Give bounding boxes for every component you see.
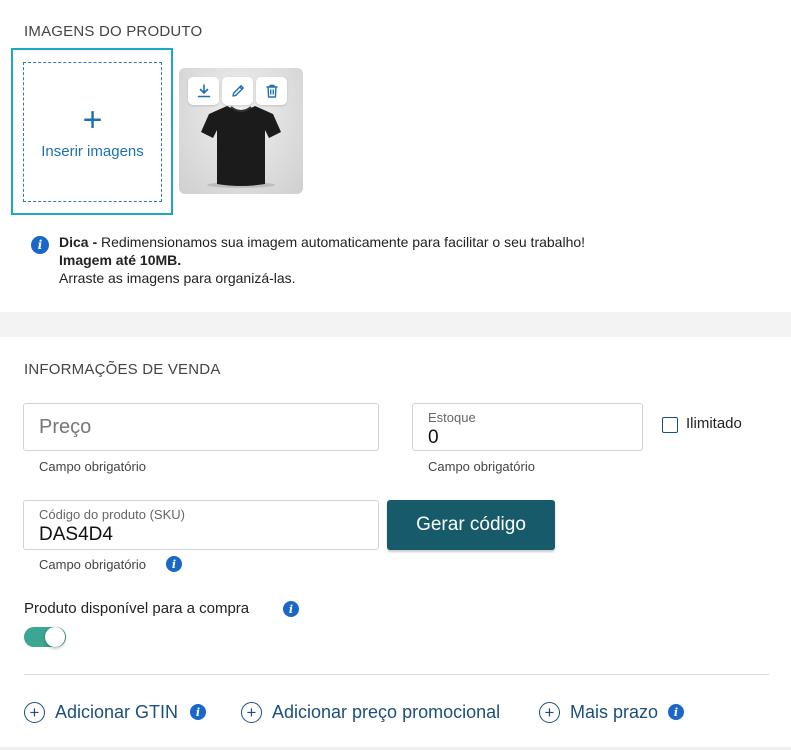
trash-icon bbox=[266, 84, 277, 98]
stock-value: 0 bbox=[428, 427, 439, 448]
available-info-icon[interactable]: i bbox=[283, 601, 299, 617]
plus-circle-icon: + bbox=[24, 702, 45, 723]
price-placeholder: Preço bbox=[39, 416, 92, 438]
delete-image-button[interactable] bbox=[256, 77, 287, 105]
upload-images-button[interactable]: + Inserir imagens bbox=[23, 62, 162, 202]
price-input[interactable]: Preço bbox=[23, 403, 379, 451]
gtin-info-icon[interactable]: i bbox=[190, 704, 206, 720]
tip-bold-label: Dica - bbox=[59, 234, 98, 250]
plus-circle-icon: + bbox=[241, 702, 262, 723]
section-separator bbox=[0, 312, 791, 337]
unlimited-label[interactable]: Ilimitado bbox=[686, 415, 742, 432]
more-term-link[interactable]: + Mais prazo bbox=[539, 702, 658, 723]
images-section-title: IMAGENS DO PRODUTO bbox=[24, 23, 203, 40]
available-toggle[interactable] bbox=[24, 627, 66, 647]
edit-image-button[interactable] bbox=[222, 77, 253, 105]
sku-input[interactable]: Código do produto (SKU) DAS4D4 bbox=[23, 500, 379, 550]
add-gtin-label: Adicionar GTIN bbox=[55, 702, 179, 722]
price-helper-text: Campo obrigatório bbox=[39, 459, 146, 474]
download-image-button[interactable] bbox=[188, 77, 219, 105]
tshirt-image bbox=[201, 106, 281, 188]
plus-icon: + bbox=[82, 100, 103, 139]
upload-dropzone-frame: + Inserir imagens bbox=[11, 48, 173, 215]
unlimited-checkbox[interactable] bbox=[662, 417, 678, 433]
divider bbox=[24, 674, 769, 675]
tip-size-limit: Imagem até 10MB. bbox=[59, 252, 182, 268]
toggle-knob bbox=[45, 627, 65, 647]
generate-code-button[interactable]: Gerar código bbox=[387, 500, 555, 550]
tip-drag-text: Arraste as imagens para organizá-las. bbox=[59, 270, 296, 286]
stock-input[interactable]: Estoque 0 bbox=[412, 403, 643, 451]
plus-circle-icon: + bbox=[539, 702, 560, 723]
upload-images-label: Inserir imagens bbox=[41, 142, 144, 160]
stock-label: Estoque bbox=[428, 410, 476, 425]
sku-value: DAS4D4 bbox=[39, 524, 113, 545]
image-tip: Dica - Redimensionamos sua imagem automa… bbox=[35, 233, 755, 287]
product-image-thumbnail[interactable] bbox=[179, 68, 303, 194]
stock-helper-text: Campo obrigatório bbox=[428, 459, 535, 474]
more-term-label: Mais prazo bbox=[570, 702, 659, 722]
tip-text: Redimensionamos sua imagem automaticamen… bbox=[97, 234, 586, 250]
more-term-info-icon[interactable]: i bbox=[668, 704, 684, 720]
download-icon bbox=[197, 84, 210, 98]
sku-info-icon[interactable]: i bbox=[166, 556, 182, 572]
sku-helper-text: Campo obrigatório bbox=[39, 557, 146, 572]
pencil-icon bbox=[231, 85, 244, 97]
add-promo-price-link[interactable]: + Adicionar preço promocional bbox=[241, 702, 500, 723]
available-label: Produto disponível para a compra bbox=[24, 600, 250, 617]
add-gtin-link[interactable]: + Adicionar GTIN bbox=[24, 702, 178, 723]
sku-label: Código do produto (SKU) bbox=[39, 507, 185, 522]
sales-section-title: INFORMAÇÕES DE VENDA bbox=[24, 361, 221, 378]
add-promo-price-label: Adicionar preço promocional bbox=[272, 702, 501, 722]
